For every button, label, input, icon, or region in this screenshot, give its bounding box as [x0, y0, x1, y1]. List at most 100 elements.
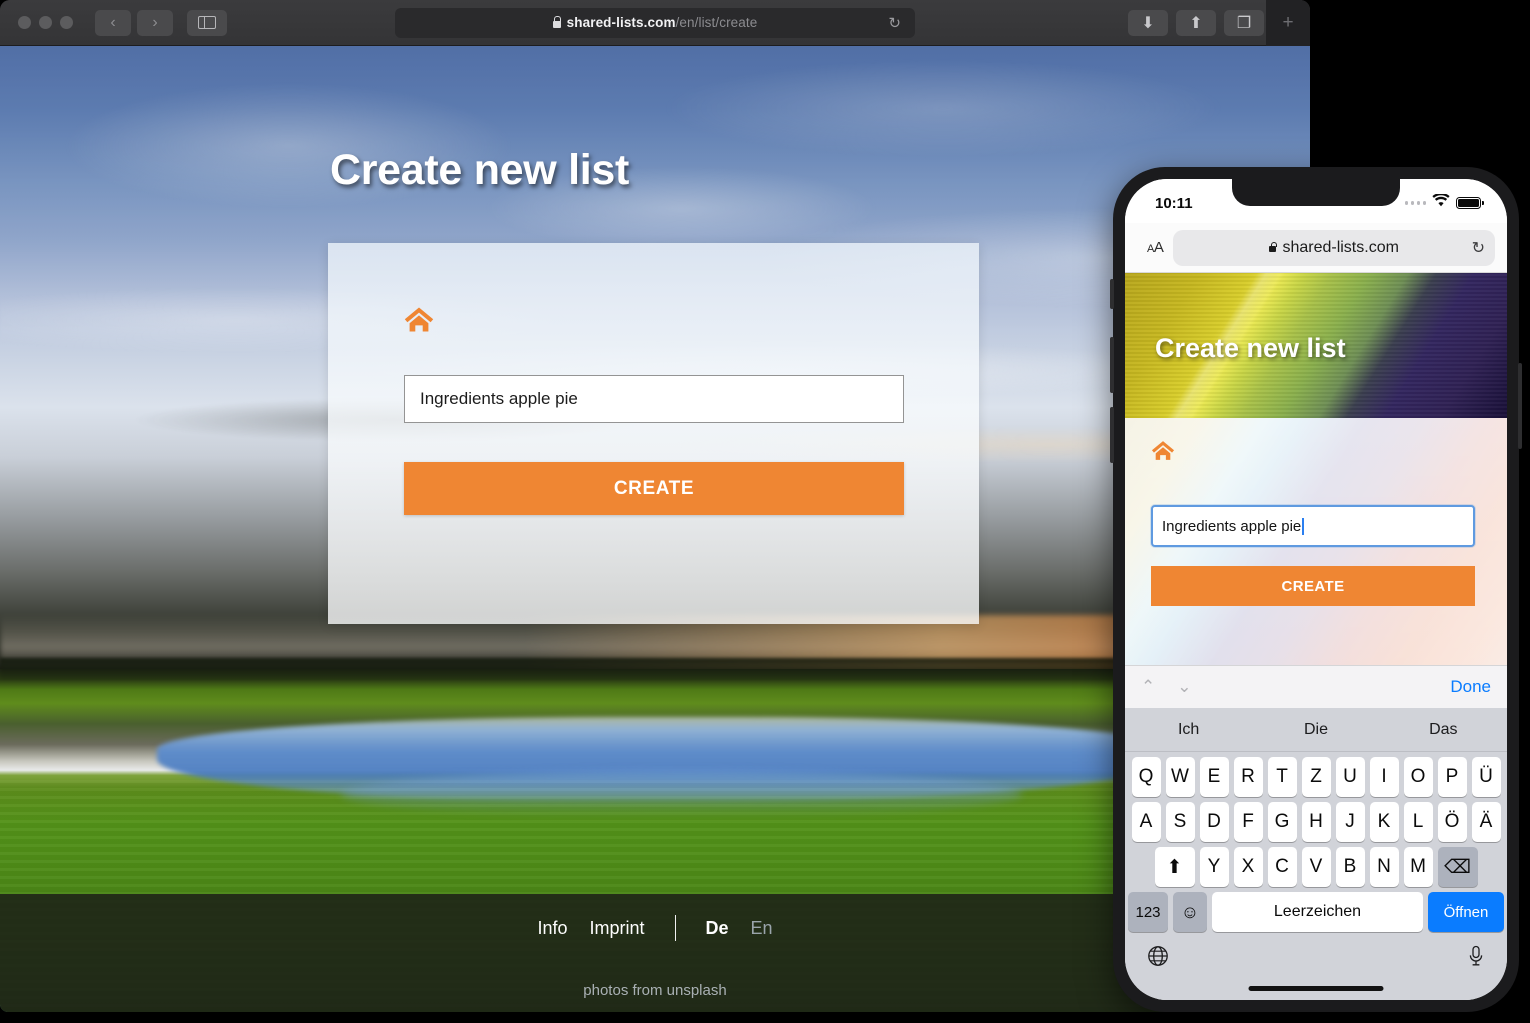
- key-m[interactable]: M: [1403, 847, 1433, 887]
- form-previous-icon[interactable]: ⌃: [1141, 677, 1155, 697]
- language-en[interactable]: En: [751, 918, 773, 939]
- key-v[interactable]: V: [1301, 847, 1331, 887]
- key-x[interactable]: X: [1233, 847, 1263, 887]
- globe-icon[interactable]: [1147, 945, 1169, 973]
- key-h[interactable]: H: [1301, 802, 1331, 842]
- mobile-reload-icon[interactable]: ↻: [1472, 238, 1485, 258]
- key-r[interactable]: R: [1233, 757, 1263, 797]
- key-o[interactable]: O: [1403, 757, 1433, 797]
- lock-icon: [1269, 242, 1278, 252]
- key-b[interactable]: B: [1335, 847, 1365, 887]
- iphone-screen: 10:11 AAAA shared-lists.com ↻: [1125, 179, 1507, 1000]
- show-sidebar-button[interactable]: [187, 9, 227, 36]
- key-n[interactable]: N: [1369, 847, 1399, 887]
- mobile-list-name-input-value: Ingredients apple pie: [1162, 517, 1302, 535]
- download-icon: ⬇: [1141, 14, 1155, 32]
- page-settings-button[interactable]: AAAA: [1137, 239, 1173, 256]
- key-s[interactable]: S: [1165, 802, 1195, 842]
- mobile-list-name-input[interactable]: Ingredients apple pie: [1151, 505, 1475, 547]
- forward-button[interactable]: ›: [137, 9, 173, 36]
- silent-switch[interactable]: [1110, 279, 1114, 309]
- key-t[interactable]: T: [1267, 757, 1297, 797]
- reload-icon[interactable]: ↻: [888, 14, 901, 32]
- key-u-umlaut[interactable]: Ü: [1471, 757, 1501, 797]
- footer-link-imprint[interactable]: Imprint: [589, 918, 644, 939]
- sidebar-icon: [198, 16, 216, 29]
- key-o-umlaut[interactable]: Ö: [1437, 802, 1467, 842]
- navigation-buttons: ‹ ›: [95, 9, 173, 36]
- home-icon[interactable]: [1151, 440, 1175, 466]
- prediction-1[interactable]: Ich: [1125, 721, 1252, 739]
- power-button[interactable]: [1518, 363, 1522, 449]
- keyboard-done-button[interactable]: Done: [1450, 677, 1491, 697]
- chevron-left-icon: ‹: [110, 13, 116, 31]
- status-time: 10:11: [1155, 194, 1193, 212]
- key-k[interactable]: K: [1369, 802, 1399, 842]
- battery-icon: [1456, 197, 1484, 209]
- minimize-window-button[interactable]: [39, 16, 52, 29]
- list-name-input-value: Ingredients apple pie: [420, 389, 578, 408]
- new-tab-button[interactable]: +: [1266, 0, 1310, 46]
- list-name-input[interactable]: Ingredients apple pie: [404, 375, 904, 423]
- go-key[interactable]: Öffnen: [1428, 892, 1504, 932]
- mic-icon[interactable]: [1467, 945, 1485, 973]
- lock-icon: [552, 16, 562, 28]
- key-f[interactable]: F: [1233, 802, 1263, 842]
- language-de[interactable]: De: [706, 918, 729, 939]
- ios-keyboard: Ich Die Das Q W E R T Z U I O P Ü A S D: [1125, 708, 1507, 1000]
- close-window-button[interactable]: [18, 16, 31, 29]
- shift-key[interactable]: ⬆: [1154, 847, 1195, 887]
- text-caret: [1302, 517, 1304, 535]
- keyboard-row-1: Q W E R T Z U I O P Ü: [1125, 752, 1507, 797]
- create-button[interactable]: CREATE: [404, 462, 904, 515]
- prediction-2[interactable]: Die: [1252, 721, 1379, 739]
- zoom-window-button[interactable]: [60, 16, 73, 29]
- mobile-create-button[interactable]: CREATE: [1151, 566, 1475, 606]
- key-w[interactable]: W: [1165, 757, 1195, 797]
- page-title: Create new list: [330, 146, 629, 194]
- key-d[interactable]: D: [1199, 802, 1229, 842]
- footer-link-info[interactable]: Info: [537, 918, 567, 939]
- volume-down-button[interactable]: [1110, 407, 1114, 463]
- back-button[interactable]: ‹: [95, 9, 131, 36]
- volume-up-button[interactable]: [1110, 337, 1114, 393]
- address-bar[interactable]: shared-lists.com/en/list/create ↻: [395, 7, 915, 38]
- numbers-key[interactable]: 123: [1128, 892, 1168, 932]
- toolbar-right: ⬇ ⬆ ❐: [1128, 9, 1264, 36]
- key-u[interactable]: U: [1335, 757, 1365, 797]
- photo-credit: photos from unsplash: [583, 982, 727, 999]
- mobile-page-body: Ingredients apple pie CREATE: [1125, 418, 1507, 665]
- keyboard-accessory-bar: ⌃ ⌄ Done: [1125, 665, 1507, 708]
- key-y[interactable]: Y: [1199, 847, 1229, 887]
- keyboard-row-4: 123 ☺ Leerzeichen Öffnen: [1125, 887, 1507, 932]
- tab-overview-button[interactable]: ❐: [1224, 9, 1264, 36]
- key-p[interactable]: P: [1437, 757, 1467, 797]
- key-q[interactable]: Q: [1131, 757, 1161, 797]
- prediction-3[interactable]: Das: [1380, 721, 1507, 739]
- home-icon[interactable]: [404, 306, 434, 338]
- mobile-create-list-card: Ingredients apple pie CREATE: [1125, 418, 1507, 665]
- key-a[interactable]: A: [1131, 802, 1161, 842]
- key-c[interactable]: C: [1267, 847, 1297, 887]
- share-icon: ⬆: [1189, 14, 1203, 32]
- form-next-icon[interactable]: ⌄: [1177, 677, 1191, 697]
- key-z[interactable]: Z: [1301, 757, 1331, 797]
- key-j[interactable]: J: [1335, 802, 1365, 842]
- space-key[interactable]: Leerzeichen: [1212, 892, 1423, 932]
- mobile-address-bar[interactable]: shared-lists.com ↻: [1173, 229, 1495, 266]
- share-button[interactable]: ⬆: [1176, 9, 1216, 36]
- key-e[interactable]: E: [1199, 757, 1229, 797]
- url-domain: shared-lists.com: [566, 15, 676, 30]
- downloads-button[interactable]: ⬇: [1128, 9, 1168, 36]
- wifi-icon: [1432, 192, 1450, 212]
- create-list-card: Ingredients apple pie CREATE: [328, 243, 979, 624]
- key-a-umlaut[interactable]: Ä: [1471, 802, 1501, 842]
- emoji-key[interactable]: ☺: [1173, 892, 1207, 932]
- key-l[interactable]: L: [1403, 802, 1433, 842]
- key-g[interactable]: G: [1267, 802, 1297, 842]
- chevron-right-icon: ›: [152, 13, 158, 31]
- mobile-safari-toolbar: AAAA shared-lists.com ↻: [1125, 223, 1507, 273]
- tabs-icon: ❐: [1236, 14, 1252, 32]
- key-i[interactable]: I: [1369, 757, 1399, 797]
- backspace-key[interactable]: ⌫: [1437, 847, 1478, 887]
